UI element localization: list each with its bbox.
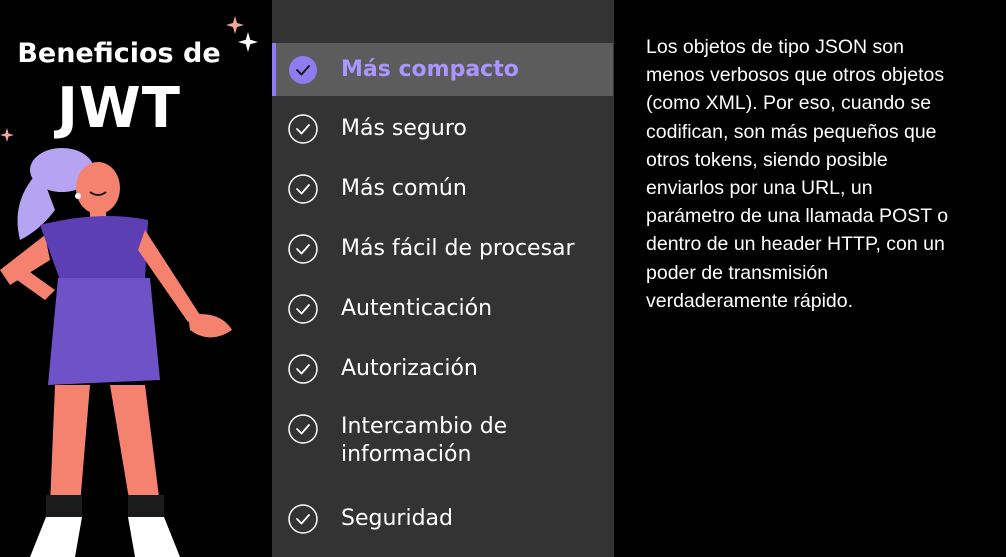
- menu-item-autenticacion[interactable]: Autenticación: [272, 294, 614, 324]
- check-circle-icon: [288, 504, 318, 534]
- check-circle-icon: [288, 174, 318, 204]
- woman-illustration: [0, 148, 232, 557]
- menu-item-label: Intercambio de información: [341, 414, 508, 467]
- menu-item-label: Autenticación: [341, 296, 493, 321]
- left-panel: Beneficios de JWT: [0, 0, 272, 557]
- menu-item-mas-facil[interactable]: Más fácil de procesar: [272, 234, 614, 264]
- menu-item-label: Autorización: [341, 356, 478, 381]
- menu-item-intercambio[interactable]: Intercambio de información: [272, 413, 614, 469]
- menu-item-seguridad[interactable]: Seguridad: [272, 504, 614, 534]
- title-line2: JWT: [57, 76, 181, 141]
- menu-item-mas-compacto[interactable]: Más compacto: [272, 43, 613, 96]
- menu-item-autorizacion[interactable]: Autorización: [272, 354, 614, 384]
- title-line1: Beneficios de: [17, 38, 221, 69]
- check-circle-icon: [288, 234, 318, 264]
- menu-item-label: Más común: [341, 176, 467, 201]
- sparkle-icon: [238, 32, 258, 52]
- menu-item-label: Más seguro: [341, 116, 467, 141]
- content-panel: Los objetos de tipo JSON son menos verbo…: [614, 0, 1006, 557]
- check-circle-icon: [289, 55, 317, 84]
- menu-item-mas-comun[interactable]: Más común: [272, 174, 614, 204]
- benefits-menu: Más compacto Más seguro Más común Más fá…: [272, 0, 614, 557]
- menu-item-label: Más fácil de procesar: [341, 236, 575, 261]
- menu-item-label: Más compacto: [341, 56, 519, 82]
- check-circle-icon: [288, 114, 318, 144]
- check-circle-icon: [288, 294, 318, 324]
- check-circle-icon: [288, 354, 318, 384]
- benefit-description: Los objetos de tipo JSON son menos verbo…: [646, 36, 949, 312]
- menu-item-label: Seguridad: [341, 506, 453, 531]
- menu-item-mas-seguro[interactable]: Más seguro: [272, 114, 614, 144]
- check-circle-icon: [288, 414, 318, 444]
